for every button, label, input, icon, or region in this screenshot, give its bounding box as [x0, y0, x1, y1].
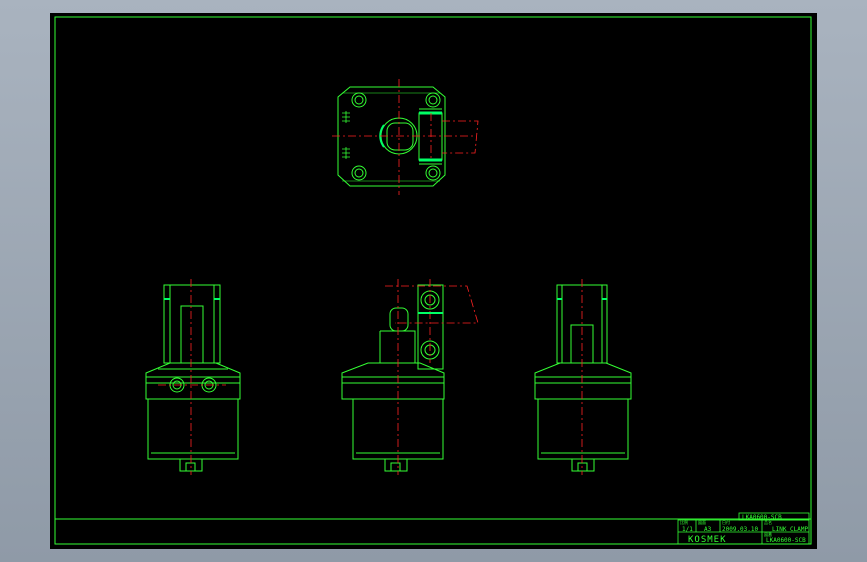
scale-label: 比例: [680, 519, 688, 525]
highlight-strokes: [164, 298, 607, 314]
ports-left: [342, 111, 350, 159]
drawing-no: LKA0600-SCB: [766, 537, 806, 544]
link-arm: [418, 108, 443, 165]
top-view: [332, 79, 479, 195]
company-logo: KOSMEK: [688, 535, 727, 545]
scale-value: 1/1: [682, 526, 693, 533]
front-view-right: [534, 284, 632, 472]
bolt-hole: [351, 92, 441, 181]
front-view-left: [145, 284, 241, 472]
sheet-label: 図面: [698, 520, 706, 525]
part-name: LINK CLAMP: [772, 526, 809, 533]
date-value: 2009.03.10: [722, 526, 759, 533]
part-code-label: LKA0600-SCB: [742, 514, 782, 521]
cad-viewport[interactable]: LKA0600-SCB 比例 1/1 図面 A3 日付 2009.03.10 品…: [50, 13, 817, 549]
drawing-sheet: LKA0600-SCB 比例 1/1 図面 A3 日付 2009.03.10 品…: [54, 16, 812, 545]
sheet-value: A3: [704, 526, 712, 533]
name-label: 品名: [764, 519, 772, 525]
date-label: 日付: [722, 519, 730, 525]
